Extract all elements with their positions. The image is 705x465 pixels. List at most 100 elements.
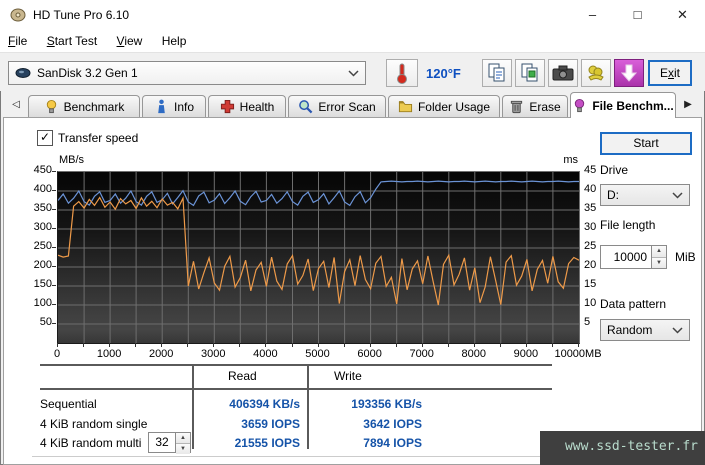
download-button[interactable] — [614, 59, 644, 87]
x-tickmark — [83, 343, 85, 347]
data-pattern-value: Random — [607, 323, 653, 337]
file-benchmark-panel: ✓ Transfer speed MB/s ms 450 400 350 300 250… — [3, 117, 702, 465]
tab-file-benchmark[interactable]: File Benchm... — [570, 92, 676, 118]
copy-text-button[interactable] — [482, 59, 512, 87]
app-window: HD Tune Pro 6.10 – □ ✕ File Start Test V… — [0, 0, 705, 465]
tab-scroll-left-button[interactable]: ◁ — [6, 95, 26, 115]
y-left-tick: 450 — [33, 164, 52, 176]
disk-icon — [15, 68, 31, 78]
exit-button[interactable]: Exit — [648, 60, 692, 86]
y-left-tick: 50 — [39, 316, 52, 328]
start-button[interactable]: Start — [600, 132, 692, 155]
close-button[interactable]: ✕ — [660, 0, 705, 30]
y-tickmark — [52, 228, 56, 229]
random-single-write-value: 3642 IOPS — [363, 417, 422, 431]
results-top-line — [40, 364, 552, 366]
temperature-value: 120°F — [426, 66, 461, 81]
x-tickmark — [551, 343, 553, 347]
transfer-speed-checkbox[interactable]: ✓ Transfer speed — [37, 130, 138, 146]
file-length-input[interactable]: 10000 — [600, 245, 652, 269]
drive-select-dropdown[interactable]: D: — [600, 184, 690, 206]
drive-select-value: D: — [607, 188, 619, 202]
y-tickmark — [52, 285, 56, 286]
bulb-yellow-icon — [46, 99, 56, 114]
x-tickmark — [135, 343, 137, 347]
health-cross-icon — [220, 99, 234, 114]
y-left-tick: 200 — [33, 259, 52, 271]
y-tickmark — [52, 209, 56, 210]
spinner-down-icon[interactable]: ▼ — [176, 444, 190, 454]
x-axis-tickmarks — [57, 343, 579, 347]
file-length-unit: MiB — [675, 250, 696, 264]
spinner-up-icon[interactable]: ▲ — [652, 246, 666, 258]
queue-depth-spinner[interactable]: ▲ ▼ — [176, 432, 191, 454]
spinner-down-icon[interactable]: ▼ — [652, 257, 666, 268]
x-tick: 0 — [53, 348, 61, 360]
toolbar: SanDisk 3.2 Gen 1 120°F Exit — [0, 52, 705, 91]
transfer-speed-label: Transfer speed — [58, 131, 139, 145]
menu-help[interactable]: Help — [154, 30, 195, 52]
y-axis-unit-left: MB/s — [59, 154, 85, 166]
x-tickmark — [265, 343, 267, 347]
x-tickmark — [369, 343, 371, 347]
x-tick: 9000 — [513, 348, 539, 360]
file-length-label: File length — [600, 218, 656, 232]
hands-coins-icon — [588, 65, 604, 81]
row-sequential-label: Sequential — [40, 397, 97, 411]
x-tick: 7000 — [409, 348, 434, 360]
x-tickmark — [343, 343, 345, 347]
minimize-button[interactable]: – — [570, 0, 615, 30]
spinner-up-icon[interactable]: ▲ — [176, 433, 190, 444]
queue-depth-input[interactable]: 32 — [148, 432, 176, 453]
random-multi-read-value: 21555 IOPS — [234, 436, 300, 450]
checkbox-check-icon: ✓ — [37, 130, 53, 146]
file-length-spinner[interactable]: ▲ ▼ — [652, 245, 667, 269]
maximize-button[interactable]: □ — [615, 0, 660, 30]
queue-depth-control: 32 ▲ ▼ — [148, 432, 191, 454]
menu-file[interactable]: File — [0, 30, 35, 52]
data-pattern-dropdown[interactable]: Random — [600, 319, 690, 341]
chevron-down-icon — [348, 69, 359, 77]
x-tick: 3000 — [201, 348, 226, 360]
y-left-tick: 150 — [33, 278, 52, 290]
x-tickmark — [447, 343, 449, 347]
x-tick: 1000 — [96, 348, 122, 360]
chevron-down-icon — [672, 326, 683, 334]
copy-text-icon — [488, 63, 505, 82]
sequential-read-value: 406394 KB/s — [229, 397, 300, 411]
tab-info[interactable]: Info — [142, 95, 206, 117]
tab-benchmark[interactable]: Benchmark — [28, 95, 140, 117]
x-tick: 6000 — [357, 348, 382, 360]
x-tick: 4000 — [253, 348, 278, 360]
y-left-tick: 100 — [33, 297, 52, 309]
menu-start-test[interactable]: Start Test — [39, 30, 105, 52]
tab-error-scan[interactable]: Error Scan — [288, 95, 386, 117]
x-tickmark — [187, 343, 189, 347]
copy-image-button[interactable] — [515, 59, 545, 87]
x-tickmark — [395, 343, 397, 347]
tab-health[interactable]: Health — [208, 95, 286, 117]
drive-selector-dropdown[interactable]: SanDisk 3.2 Gen 1 — [8, 61, 366, 85]
x-tick: 2000 — [148, 348, 174, 360]
results-header-line — [40, 388, 552, 390]
tab-scroll-right-button[interactable]: ▶ — [678, 95, 698, 115]
download-arrow-icon — [621, 64, 637, 82]
y-tickmark — [52, 190, 56, 191]
tab-folder-usage[interactable]: Folder Usage — [388, 95, 500, 117]
x-tickmark — [525, 343, 527, 347]
title-bar: HD Tune Pro 6.10 – □ ✕ — [0, 0, 705, 30]
x-tickmark — [291, 343, 293, 347]
temperature-button[interactable] — [386, 59, 418, 87]
tab-erase[interactable]: Erase — [502, 95, 568, 117]
menu-bar: File Start Test View Help — [0, 30, 705, 52]
y-tickmark — [52, 171, 56, 172]
menu-view[interactable]: View — [109, 30, 151, 52]
x-tickmark — [239, 343, 241, 347]
read-column-header: Read — [228, 369, 257, 383]
screenshot-button[interactable] — [548, 59, 578, 87]
folder-icon — [398, 101, 413, 113]
donate-button[interactable] — [581, 59, 611, 87]
chart-lines — [58, 172, 579, 343]
bulb-magenta-icon — [575, 98, 585, 113]
watermark: www.ssd-tester.fr — [540, 431, 705, 465]
